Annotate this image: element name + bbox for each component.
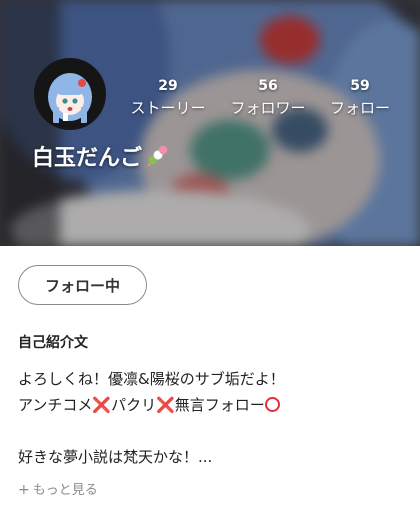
following-count: 59 bbox=[350, 78, 370, 94]
bio-line-2: アンチコメ❌パクリ❌無言フォロー bbox=[18, 392, 408, 418]
bio-blank-line bbox=[18, 418, 408, 444]
stories-count: 29 bbox=[158, 78, 178, 94]
bio-line-2-part3: 無言フォロー bbox=[174, 396, 265, 414]
bio-line-2-part2: パクリ bbox=[111, 396, 157, 414]
profile-username: 白玉だんご bbox=[32, 143, 170, 178]
stat-stories[interactable]: 29 ストーリー bbox=[114, 78, 222, 118]
bio-line-3: 好きな夢小説は梵天かな！... bbox=[18, 448, 213, 466]
stat-followers[interactable]: 56 フォロワー bbox=[218, 78, 318, 118]
bio-text: よろしくね！優凛&陽桜のサブ垢だよ！ アンチコメ❌パクリ❌無言フォロー 好きな夢… bbox=[18, 366, 408, 470]
show-more-label: もっと見る bbox=[32, 483, 98, 498]
cross-mark-icon: ❌ bbox=[156, 396, 175, 414]
stories-label: ストーリー bbox=[130, 99, 206, 117]
avatar[interactable] bbox=[34, 58, 106, 130]
followers-count: 56 bbox=[258, 78, 278, 94]
followers-label: フォロワー bbox=[230, 99, 306, 117]
username-text: 白玉だんご bbox=[32, 146, 143, 171]
dango-icon bbox=[144, 143, 170, 178]
avatar-image bbox=[37, 61, 103, 127]
bio-line-1: よろしくね！優凛&陽桜のサブ垢だよ！ bbox=[18, 370, 285, 388]
following-button[interactable]: フォロー中 bbox=[18, 265, 147, 305]
stat-following[interactable]: 59 フォロー bbox=[318, 78, 402, 118]
show-more-link[interactable]: + もっと見る bbox=[18, 480, 98, 501]
bio-heading: 自己紹介文 bbox=[18, 335, 88, 351]
cross-mark-icon: ❌ bbox=[92, 396, 112, 414]
profile-header-banner: 29 ストーリー 56 フォロワー 59 フォロー 白玉だんご bbox=[0, 0, 420, 246]
circle-icon bbox=[264, 397, 280, 412]
following-label: フォロー bbox=[329, 99, 390, 117]
bio-line-2-part1: アンチコメ bbox=[18, 396, 93, 414]
plus-icon: + bbox=[18, 482, 30, 498]
